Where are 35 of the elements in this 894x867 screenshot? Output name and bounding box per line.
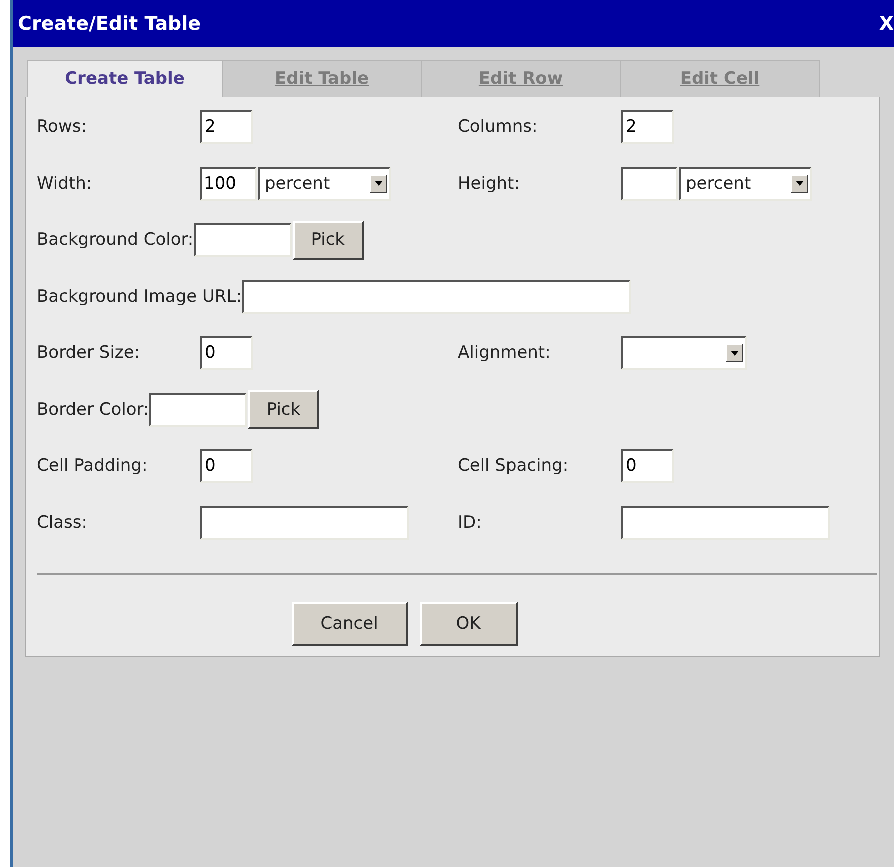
input-field[interactable]: 0 [200,449,253,483]
unit-dropdown[interactable]: percent [258,166,391,200]
ok-button[interactable]: OK [420,602,518,646]
input-field[interactable] [194,223,292,257]
pick-button[interactable]: Pick [292,220,364,260]
input-field[interactable]: 0 [200,336,253,370]
field-label: Class: [37,512,88,532]
window-title: Create/Edit Table [18,12,202,34]
field-label: Alignment: [458,343,552,363]
input-field[interactable] [621,166,678,200]
pick-button[interactable]: Pick [248,390,320,429]
input-field[interactable]: 2 [621,110,674,144]
input-field[interactable]: 0 [621,449,674,483]
field-label: Height: [458,174,521,194]
input-field[interactable] [621,506,830,540]
input-field[interactable] [242,280,631,314]
input-field[interactable]: 100 [200,166,257,200]
close-button[interactable]: X [879,12,894,34]
field-label: Cell Padding: [37,456,149,476]
input-field[interactable] [200,506,409,540]
cancel-button[interactable]: Cancel [292,602,408,646]
input-field[interactable]: 2 [200,110,253,144]
field-label: Background Image URL: [37,286,242,306]
field-label: Cell Spacing: [458,456,570,476]
field-label: Border Size: [37,343,142,363]
alignment-dropdown[interactable] [621,336,747,370]
unit-dropdown[interactable]: percent [679,166,812,200]
input-field[interactable] [149,392,248,426]
field-label: Border Color: [37,400,150,420]
tab[interactable]: Create Table [27,60,223,97]
field-label: Rows: [37,117,88,137]
field-label: ID: [458,512,483,532]
field-label: Background Color: [37,230,194,250]
field-label: Columns: [458,117,539,137]
field-label: Width: [37,174,94,194]
